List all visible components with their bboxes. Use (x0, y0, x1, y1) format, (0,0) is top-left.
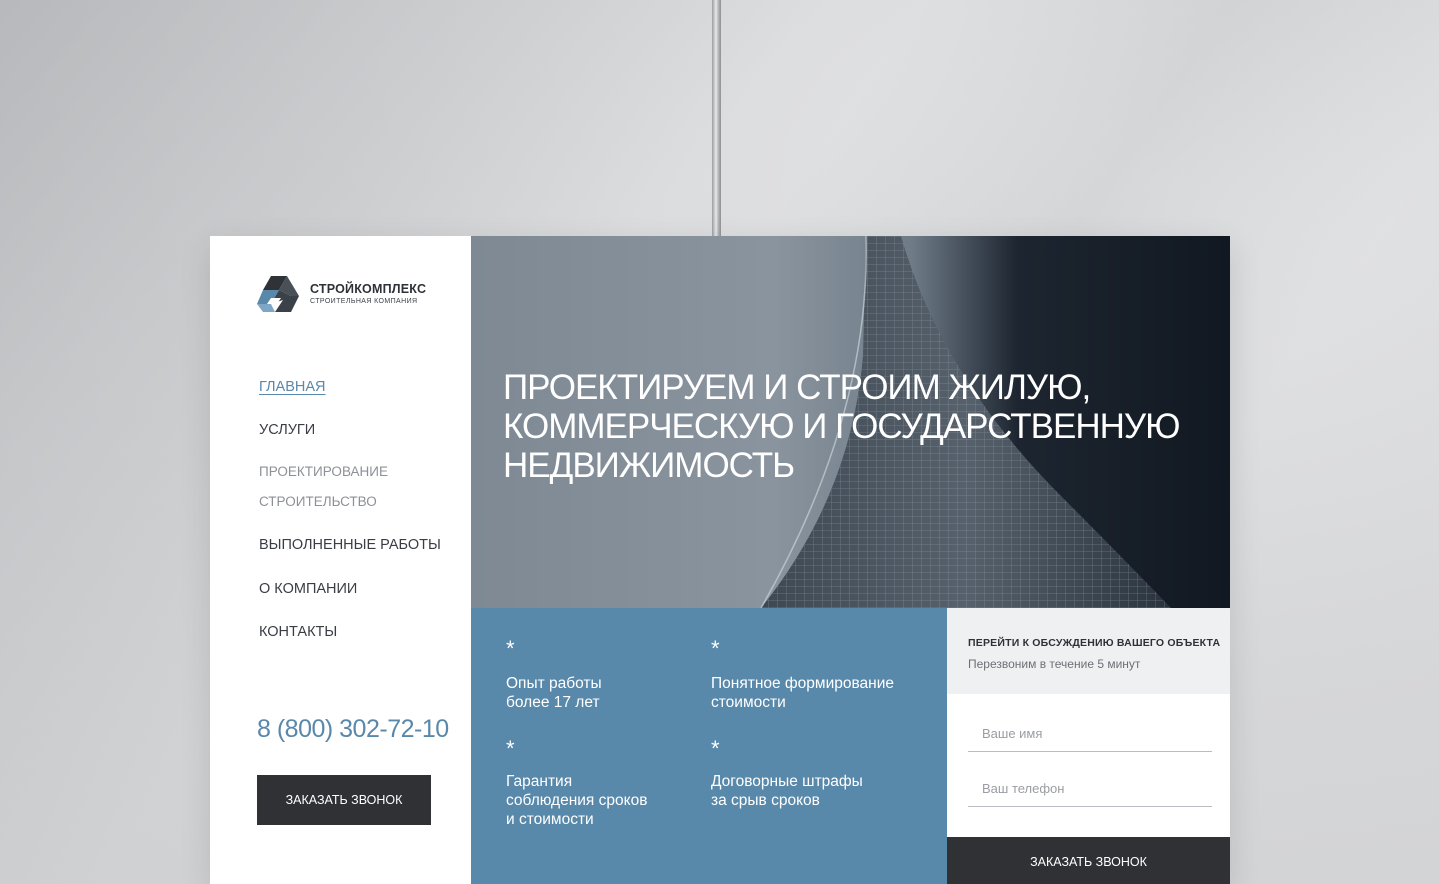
feature-text: за срыв сроков (711, 792, 820, 809)
feature-text: соблюдения сроков (506, 792, 648, 809)
website-mockup: СТРОЙКОМПЛЕКС СТРОИТЕЛЬНАЯ КОМПАНИЯ ГЛАВ… (210, 236, 1230, 884)
feature-text: Опыт работы (506, 675, 602, 692)
nav-item-construction[interactable]: СТРОИТЕЛЬСТВО (259, 494, 377, 509)
feature-text: Понятное формирование (711, 675, 894, 692)
brand-name: СТРОЙКОМПЛЕКС (310, 281, 427, 296)
hero-title-line-2: КОММЕРЧЕСКУЮ И ГОСУДАРСТВЕННУЮ (503, 407, 1180, 446)
nav-item-about[interactable]: О КОМПАНИИ (259, 581, 357, 597)
logo-icon (257, 276, 299, 312)
phone-number[interactable]: 8 (800) 302-72-10 (257, 715, 449, 744)
feature-guarantee: * Гарантия соблюдения сроков и стоимости (506, 738, 647, 829)
form-subtitle: Перезвоним в течение 5 минут (968, 657, 1141, 671)
nav-item-home[interactable]: ГЛАВНАЯ (259, 379, 326, 395)
features-panel: * Опыт работы более 17 лет * Понятное фор… (471, 608, 947, 884)
nav-item-design[interactable]: ПРОЕКТИРОВАНИЕ (259, 464, 388, 479)
sidebar: СТРОЙКОМПЛЕКС СТРОИТЕЛЬНАЯ КОМПАНИЯ ГЛАВ… (210, 236, 471, 884)
feature-text: стоимости (711, 694, 786, 711)
form-submit-button[interactable]: ЗАКАЗАТЬ ЗВОНОК (947, 837, 1230, 884)
hero-title: ПРОЕКТИРУЕМ И СТРОИМ ЖИЛУЮ, КОММЕРЧЕСКУЮ… (503, 368, 1203, 485)
form-header: ПЕРЕЙТИ К ОБСУЖДЕНИЮ ВАШЕГО ОБЪЕКТА Пере… (947, 608, 1230, 694)
hero-title-line-1: ПРОЕКТИРУЕМ И СТРОИМ ЖИЛУЮ, (503, 368, 1091, 407)
mounting-rod (712, 0, 721, 238)
brand-logo[interactable]: СТРОЙКОМПЛЕКС СТРОИТЕЛЬНАЯ КОМПАНИЯ (257, 274, 426, 314)
form-title: ПЕРЕЙТИ К ОБСУЖДЕНИЮ ВАШЕГО ОБЪЕКТА (968, 637, 1221, 649)
nav-item-completed-works[interactable]: ВЫПОЛНЕННЫЕ РАБОТЫ (259, 537, 441, 553)
feature-text: Договорные штрафы (711, 773, 863, 790)
nav-item-contacts[interactable]: КОНТАКТЫ (259, 624, 337, 640)
callback-button[interactable]: ЗАКАЗАТЬ ЗВОНОК (257, 775, 431, 825)
brand-tagline: СТРОИТЕЛЬНАЯ КОМПАНИЯ (310, 297, 418, 305)
feature-text: более 17 лет (506, 694, 600, 711)
phone-input[interactable] (968, 771, 1212, 807)
hero-title-line-3: НЕДВИЖИМОСТЬ (503, 446, 795, 485)
asterisk-icon: * (711, 636, 720, 661)
feature-pricing: * Понятное формирование стоимости (711, 638, 894, 712)
feature-text: Гарантия (506, 773, 573, 790)
asterisk-icon: * (506, 736, 515, 761)
feature-experience: * Опыт работы более 17 лет (506, 638, 602, 712)
callback-form: ПЕРЕЙТИ К ОБСУЖДЕНИЮ ВАШЕГО ОБЪЕКТА Пере… (947, 608, 1230, 884)
name-input[interactable] (968, 716, 1212, 752)
feature-penalties: * Договорные штрафы за срыв сроков (711, 738, 863, 810)
nav-item-services[interactable]: УСЛУГИ (259, 422, 315, 438)
hero-banner: ПРОЕКТИРУЕМ И СТРОИМ ЖИЛУЮ, КОММЕРЧЕСКУЮ… (471, 236, 1230, 608)
asterisk-icon: * (711, 736, 720, 761)
asterisk-icon: * (506, 636, 515, 661)
feature-text: и стоимости (506, 811, 594, 828)
